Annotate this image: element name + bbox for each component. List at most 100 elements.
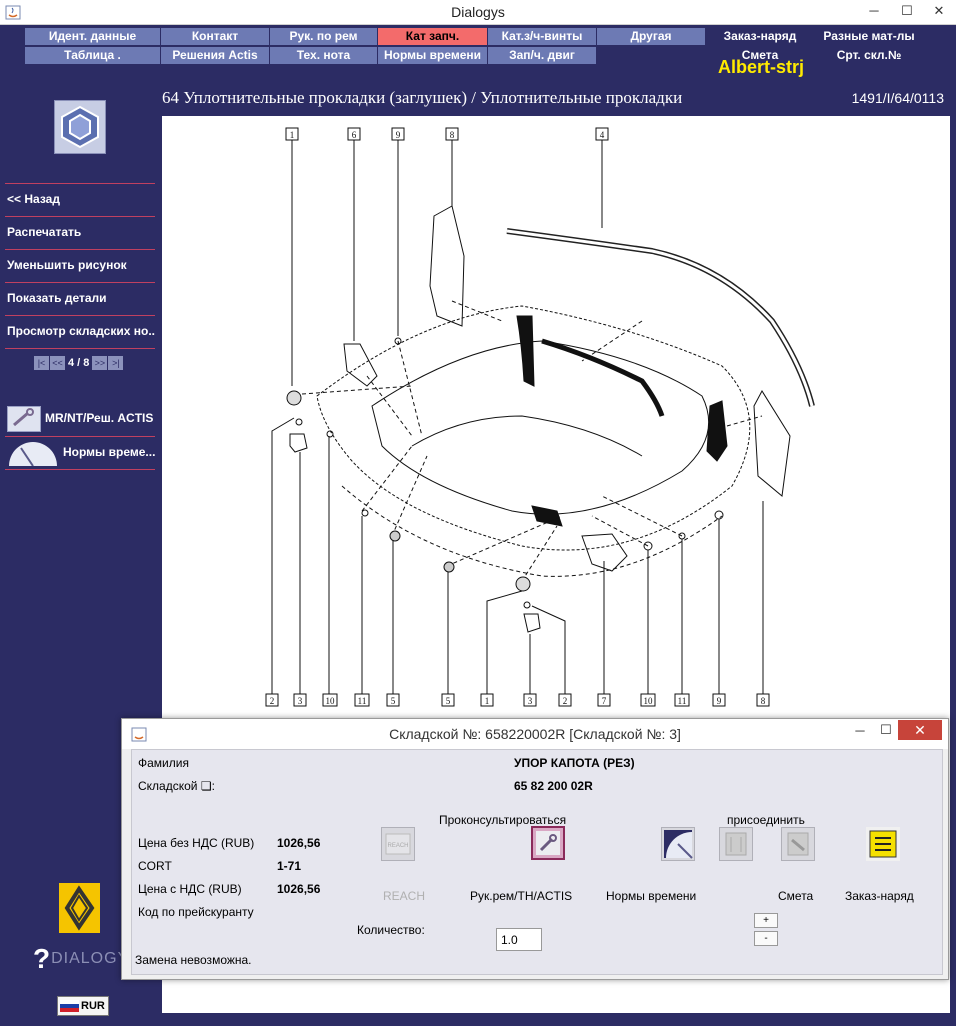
minimize-button[interactable]: ─ [860, 0, 888, 22]
tab-ident-data[interactable]: Идент. данные [25, 28, 160, 45]
tab-work-order[interactable]: Заказ-наряд [706, 28, 814, 45]
dialog-maximize-button[interactable]: ☐ [876, 722, 896, 738]
tab-sort-stock[interactable]: Срт. скл.№ [815, 47, 923, 64]
wrench-book-icon [7, 406, 41, 432]
tab-misc-materials[interactable]: Разные мат-лы [815, 28, 923, 45]
replacement-status: Замена невозможна. [135, 953, 252, 967]
sidebar-view-stock-numbers[interactable]: Просмотр складских но... [5, 315, 155, 348]
part-name: УПОР КАПОТА (РЕЗ) [514, 756, 635, 770]
pager-last-button[interactable]: >| [108, 356, 124, 370]
quantity-increase-button[interactable]: + [754, 913, 778, 928]
callout-label: 11 [678, 696, 687, 706]
attach-parts-button[interactable] [719, 827, 753, 861]
sidebar-show-details[interactable]: Показать детали [5, 282, 155, 315]
family-label: Фамилия [138, 756, 189, 770]
part-number: 65 82 200 02R [514, 779, 593, 793]
sidebar-back[interactable]: << Назад [5, 183, 155, 216]
callout-label: 8 [761, 696, 766, 706]
tab-time-norms[interactable]: Нормы времени [378, 47, 487, 64]
price-excl-vat-value: 1026,56 [277, 836, 321, 850]
estimate-icon [787, 832, 809, 856]
callout-label: 5 [446, 696, 451, 706]
sidebar-actis-shortcut[interactable]: MR/NT/Реш. ACTIS [5, 403, 155, 435]
page-pager: |< << 4 / 8 >> >| [34, 356, 124, 370]
price-incl-vat-value: 1026,56 [277, 882, 321, 896]
pager-prev-button[interactable]: << [50, 356, 65, 370]
consult-header: Проконсультироваться [439, 813, 567, 827]
cort-label: CORT [138, 859, 172, 873]
sidebar-print[interactable]: Распечатать [5, 216, 155, 249]
cort-value: 1-71 [277, 859, 302, 873]
callout-1-top [285, 127, 299, 386]
callout-label: 3 [298, 696, 303, 706]
tab-tech-note[interactable]: Тех. нота [270, 47, 377, 64]
reach-button[interactable]: REACH [381, 827, 415, 861]
clock-icon [664, 830, 693, 859]
tab-other[interactable]: Другая [597, 28, 705, 45]
callout-4-top [595, 127, 609, 228]
dialog-minimize-button[interactable]: ─ [850, 723, 870, 738]
window-titlebar: Dialogys ─ ☐ ✕ [0, 0, 956, 25]
pricelist-code-label: Код по прейскуранту [138, 905, 254, 919]
callout-label: 9 [396, 130, 401, 140]
repair-manual-actis-label: Рук.рем/TH/ACTIS [470, 889, 573, 903]
sidebar-time-norms-shortcut[interactable]: Нормы време... [5, 437, 155, 469]
tab-contact[interactable]: Контакт [161, 28, 269, 45]
repair-manual-actis-button[interactable] [531, 826, 565, 860]
russia-flag-icon [60, 1000, 79, 1012]
pager-first-button[interactable]: |< [34, 356, 49, 370]
callout-label: 3 [528, 696, 533, 706]
cabinet-icon [725, 832, 747, 856]
estimate-button[interactable] [781, 827, 815, 861]
page-code: 1491/I/64/0113 [851, 90, 944, 106]
tab-repair-manual[interactable]: Рук. по рем [270, 28, 377, 45]
tab-table[interactable]: Таблица . [25, 47, 160, 64]
quantity-decrease-button[interactable]: - [754, 931, 778, 946]
callout-label: 9 [717, 696, 722, 706]
renault-logo [59, 883, 100, 933]
tab-screws-catalog[interactable]: Кат.з/ч-винты [488, 28, 596, 45]
reach-label: REACH [383, 889, 426, 903]
callout-label: 1 [485, 696, 490, 706]
attach-header: присоединить [727, 813, 805, 827]
callout-label: 11 [358, 696, 367, 706]
wrench-icon [536, 831, 560, 855]
sidebar-zoom-out[interactable]: Уменьшить рисунок [5, 249, 155, 282]
work-order-button[interactable] [866, 827, 900, 861]
tab-engine-parts[interactable]: Зап/ч. двиг [488, 47, 596, 64]
callout-label: 4 [600, 130, 605, 140]
callout-label: 10 [644, 696, 654, 706]
time-norms-button[interactable] [661, 827, 695, 861]
tab-parts-catalog[interactable]: Кат запч. [378, 28, 487, 45]
callout-label: 2 [563, 696, 568, 706]
price-incl-vat-label: Цена с НДС (RUB) [138, 882, 242, 896]
currency-button[interactable]: RUR [57, 996, 109, 1016]
tab-actis-solutions[interactable]: Решения Actis [161, 47, 269, 64]
callout-label: 5 [391, 696, 396, 706]
work-order-label: Заказ-наряд [845, 889, 914, 903]
sidebar-divider [5, 469, 155, 470]
page-title: 64 Уплотнительные прокладки (заглушек) /… [162, 88, 683, 107]
pager-next-button[interactable]: >> [92, 356, 108, 370]
sidebar-time-norms-label: Нормы време... [63, 445, 155, 459]
reach-icon: REACH [385, 833, 411, 855]
callout-9-top [391, 127, 405, 336]
currency-label: RUR [81, 1000, 105, 1012]
dialog-close-button[interactable]: ✕ [898, 720, 942, 740]
pager-count: 4 / 8 [68, 357, 90, 369]
callout-label: 10 [326, 696, 336, 706]
maximize-button[interactable]: ☐ [893, 0, 921, 22]
sidebar-divider [5, 348, 155, 349]
callout-label: 6 [352, 130, 357, 140]
callout-label: 2 [270, 696, 275, 706]
close-button[interactable]: ✕ [922, 0, 956, 22]
quantity-input[interactable] [496, 928, 542, 951]
svg-text:REACH: REACH [387, 843, 408, 849]
callout-label: 7 [602, 696, 607, 706]
callout-label: 1 [290, 130, 295, 140]
quantity-label: Количество: [357, 923, 425, 937]
time-norms-label: Нормы времени [606, 889, 697, 903]
dialog-title: Складской №: 658220002R [Складской №: 3] [389, 726, 681, 742]
user-name: Albert-strj [718, 57, 805, 77]
parts-logo [54, 100, 106, 154]
